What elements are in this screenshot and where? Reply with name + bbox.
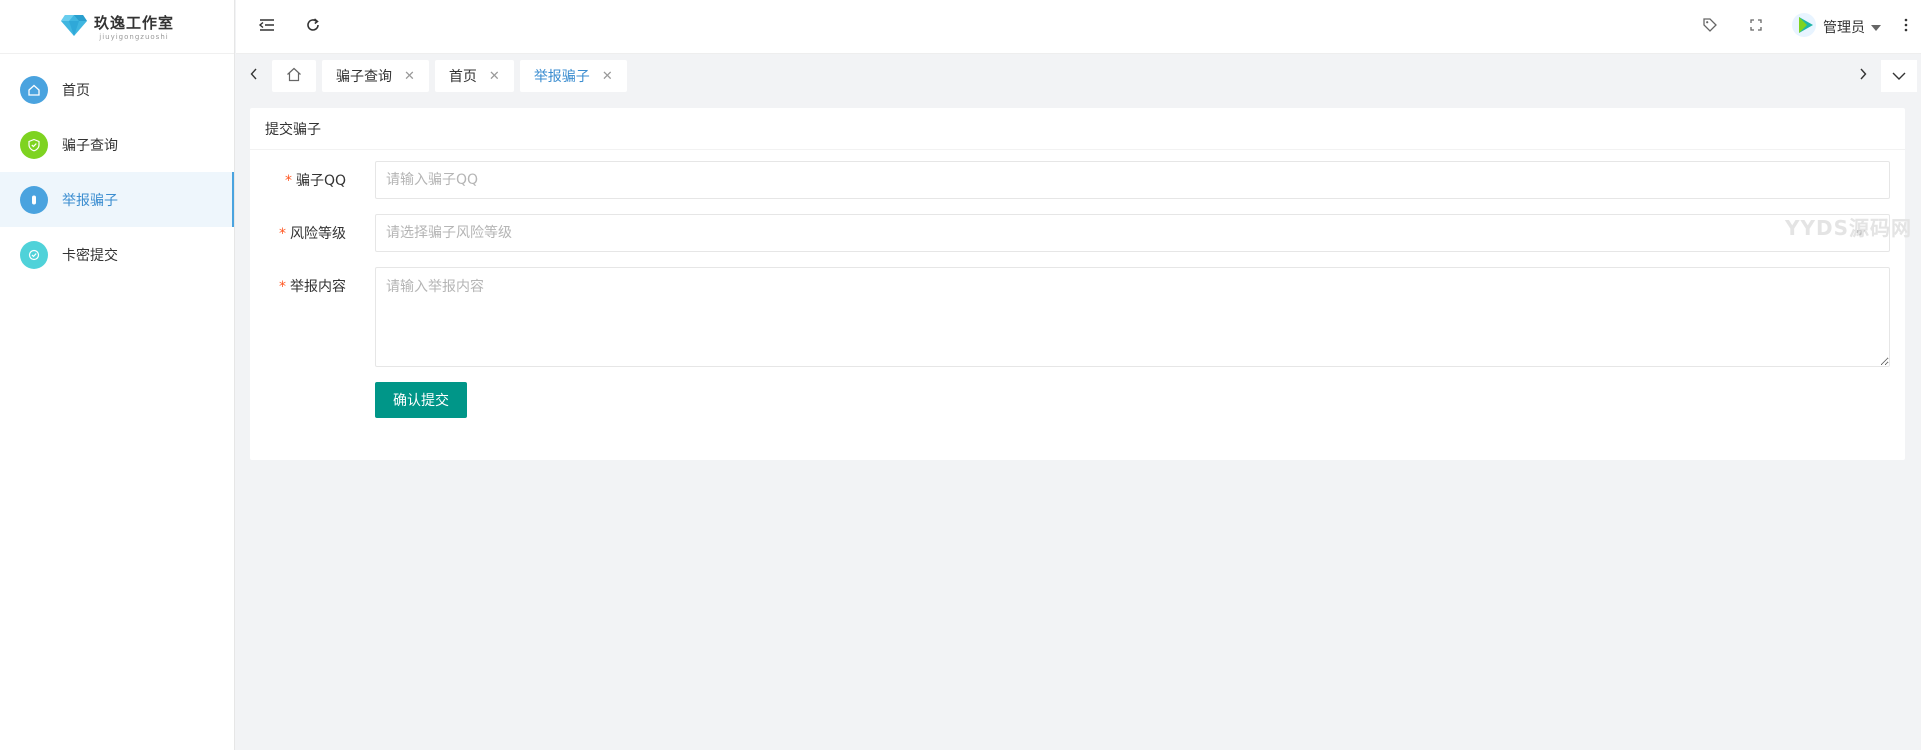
more-vertical-icon [1904,18,1908,36]
sidebar-item-home[interactable]: 首页 [0,62,234,117]
tab-homepage[interactable]: 首页 ✕ [434,60,514,92]
required-mark: * [284,173,292,189]
refresh-button[interactable] [290,0,336,54]
required-mark: * [279,279,286,295]
sidebar-item-label: 举报骗子 [62,192,118,209]
fullscreen-button[interactable] [1733,0,1779,54]
collapse-menu-button[interactable] [244,0,290,54]
logo-title: 玖逸工作室 [93,14,174,32]
logo[interactable]: 玖逸工作室 jiuyigongzuoshi [0,0,234,54]
close-icon[interactable]: ✕ [404,69,415,84]
risk-level-select-input[interactable] [375,214,1890,252]
qq-label: * 骗子QQ [284,173,346,189]
sidebar-item-label: 骗子查询 [62,137,118,154]
tabs-scroll-right-button[interactable] [1845,55,1881,97]
report-form-card: 提交骗子 *骗子QQ *风险等级 *举报内容 确认提交 [250,108,1905,460]
sidebar-menu: 首页 骗子查询 举报骗子 卡密提交 [0,62,234,282]
user-menu[interactable]: 管理员 [1779,12,1891,42]
sidebar-item-report-fraud[interactable]: 举报骗子 [0,172,234,227]
home-icon [20,75,48,104]
report-icon [20,185,48,214]
tabs-bar: 骗子查询 ✕ 首页 ✕ 举报骗子 ✕ [236,55,1921,97]
tag-button[interactable] [1687,0,1733,54]
fraud-qq-input[interactable] [375,161,1890,199]
card-icon [20,240,48,269]
tab-label: 举报骗子 [533,69,590,85]
tab-home[interactable] [272,60,316,92]
sidebar-item-label: 首页 [62,82,90,99]
submit-button[interactable]: 确认提交 [375,382,467,418]
close-icon[interactable]: ✕ [602,69,613,84]
form-row-risk: * 风险等级 [250,223,360,243]
top-header: 管理员 [236,0,1921,54]
tab-report-fraud[interactable]: 举报骗子 ✕ [519,60,627,92]
watermark: YYDS源码网 [1785,216,1912,240]
home-icon [286,67,302,86]
diamond-logo-icon [60,13,88,41]
caret-down-icon [1871,19,1881,35]
sidebar-item-label: 卡密提交 [62,247,118,264]
chevron-right-icon [1859,68,1867,84]
tab-label: 首页 [448,69,477,85]
report-content-textarea[interactable] [375,267,1890,367]
risk-level-label: * 风险等级 [279,226,346,242]
risk-level-select[interactable] [375,214,1890,252]
tabs-dropdown-button[interactable] [1881,60,1917,92]
sidebar-item-fraud-query[interactable]: 骗子查询 [0,117,234,172]
tab-fraud-query[interactable]: 骗子查询 ✕ [322,60,429,92]
tag-icon [1702,17,1718,37]
required-mark: * [279,226,286,242]
report-content-label: * 举报内容 [279,279,346,295]
menu-fold-icon [258,17,276,37]
chevron-down-icon [1892,68,1906,84]
chevron-left-icon [250,68,258,84]
avatar [1791,12,1817,42]
form-row-content: * 举报内容 [250,276,360,296]
logo-subtitle: jiuyigongzuoshi [99,33,169,41]
tab-label: 骗子查询 [336,69,392,85]
more-button[interactable] [1891,0,1921,54]
shield-check-icon [20,130,48,159]
tabs-scroll-left-button[interactable] [236,55,272,97]
sidebar-item-card-submit[interactable]: 卡密提交 [0,227,234,282]
card-title: 提交骗子 [250,108,1905,150]
user-name: 管理员 [1823,19,1865,36]
refresh-icon [305,17,321,37]
form-row-qq: * 骗子QQ [250,170,360,190]
sidebar: 玖逸工作室 jiuyigongzuoshi 首页 骗子查询 举报骗子 卡密提交 [0,0,235,750]
close-icon[interactable]: ✕ [489,69,500,84]
fullscreen-icon [1749,18,1763,36]
